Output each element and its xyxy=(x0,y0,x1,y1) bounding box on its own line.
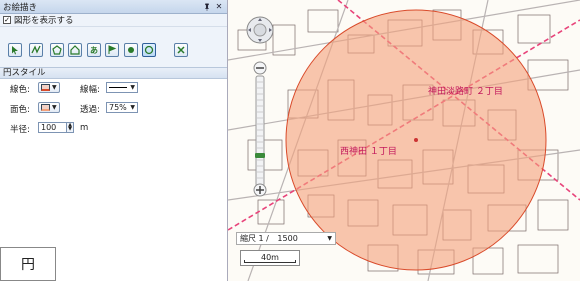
scale-value: 1500 xyxy=(277,234,298,243)
drawing-toolbar: あ xyxy=(0,27,227,67)
circle-style-title: 円スタイル xyxy=(0,67,227,79)
line-width-select[interactable]: ▼ xyxy=(106,82,138,93)
circle-style-section: 円スタイル 線色: ▼ 線幅: ▼ 面色: ▼ 透過: 75% ▼ 半径: 100… xyxy=(0,67,227,147)
show-shapes-checkbox[interactable]: ✓ xyxy=(3,16,11,24)
polygon-icon[interactable] xyxy=(50,43,64,57)
fill-color-button[interactable]: ▼ xyxy=(38,102,60,113)
zoom-control xyxy=(245,8,275,198)
spinner-icon[interactable]: ▲ ▼ xyxy=(66,123,73,132)
transparency-select[interactable]: 75% ▼ xyxy=(106,102,138,113)
close-icon[interactable]: ✕ xyxy=(214,2,224,12)
transparency-value: 75% xyxy=(109,103,127,112)
radius-input[interactable]: 100 ▲ ▼ xyxy=(38,122,74,133)
transparency-label: 透過: xyxy=(80,105,100,115)
paint-bucket-icon xyxy=(41,104,50,111)
line-width-label: 線幅: xyxy=(80,85,100,95)
zoom-slider-track xyxy=(255,75,265,187)
drawing-panel: お絵描き ✕ ✓ 図形を表示する あ 円スタイル 線色: ▼ 線幅: ▼ 面色:… xyxy=(0,0,228,281)
line-color-label: 線色: xyxy=(10,85,30,95)
panel-title: お絵描き xyxy=(3,2,38,13)
zoom-out-button[interactable] xyxy=(253,61,267,75)
place-label-nishikanda: 西神田 １丁目 xyxy=(340,145,397,157)
zoom-slider-handle xyxy=(255,153,265,158)
scale-select[interactable]: 縮尺 1 / 1500 ▼ xyxy=(236,232,336,245)
radius-value: 100 xyxy=(41,123,57,132)
circle-center-marker xyxy=(414,138,418,142)
fill-color-label: 面色: xyxy=(10,105,30,115)
pin-icon[interactable] xyxy=(202,2,212,12)
map-view[interactable]: 神田淡路町 ２丁目 西神田 １丁目 縮尺 1 / 1500 ▼ 40m xyxy=(228,0,580,281)
delete-icon[interactable] xyxy=(174,43,188,57)
zoom-in-button[interactable] xyxy=(253,183,267,197)
paint-bucket-icon xyxy=(41,84,50,91)
scale-label: 縮尺 1 / xyxy=(240,234,269,243)
show-shapes-row[interactable]: ✓ 図形を表示する xyxy=(0,14,227,27)
panel-header: お絵描き ✕ xyxy=(0,0,227,14)
line-color-button[interactable]: ▼ xyxy=(38,82,60,93)
radius-label: 半径: xyxy=(10,125,30,135)
chevron-down-icon: ▼ xyxy=(327,235,332,242)
pan-control[interactable] xyxy=(246,16,274,44)
shape-type-label: 円 xyxy=(0,247,56,281)
house-icon[interactable] xyxy=(68,43,82,57)
polyline-icon[interactable] xyxy=(29,43,43,57)
point-icon[interactable] xyxy=(124,43,138,57)
scale-bar: 40m xyxy=(240,250,300,266)
flag-icon[interactable] xyxy=(105,43,119,57)
select-arrow-icon[interactable] xyxy=(8,43,22,57)
text-icon[interactable]: あ xyxy=(87,43,101,57)
circle-icon[interactable] xyxy=(142,43,156,57)
radius-unit: m xyxy=(80,123,89,133)
show-shapes-label: 図形を表示する xyxy=(14,16,74,26)
place-label-kanda-awajicho: 神田淡路町 ２丁目 xyxy=(428,85,503,97)
